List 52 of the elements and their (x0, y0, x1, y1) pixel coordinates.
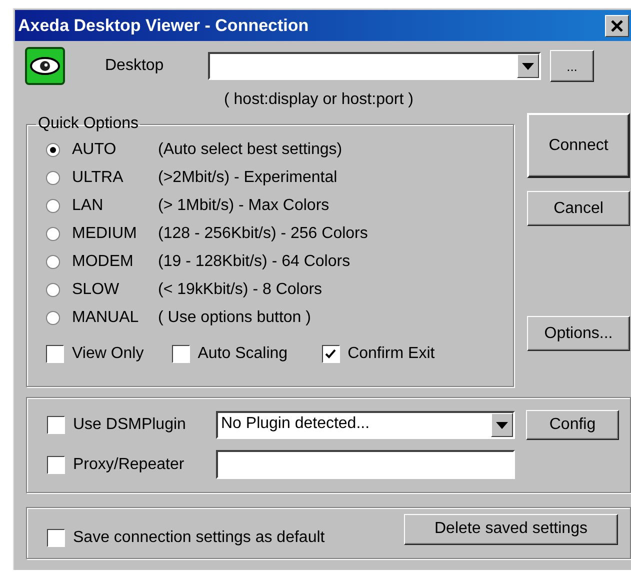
checkbox-label: Save connection settings as default (73, 529, 325, 547)
dialog-button[interactable]: Options... (527, 316, 630, 351)
checkbox-label: Use DSMPlugin (73, 416, 186, 434)
delete-button[interactable]: Delete saved settings (404, 514, 618, 544)
radio-button[interactable] (46, 199, 60, 213)
group-title: Quick Options (37, 115, 140, 133)
mode-description: (Auto select best settings) (158, 140, 344, 160)
field-label: Desktop (105, 57, 165, 75)
radio-button[interactable] (46, 227, 60, 241)
radio-button[interactable] (46, 143, 60, 157)
radio-label: SLOW (72, 280, 120, 300)
desktop-combo[interactable] (208, 52, 541, 80)
close-button[interactable] (605, 14, 629, 36)
radio-button[interactable] (46, 283, 60, 297)
eye-icon (25, 47, 65, 85)
radio-button[interactable] (46, 255, 60, 269)
checkbox-label: Proxy/Repeater (73, 456, 184, 474)
plugin-combo[interactable]: No Plugin detected... (216, 411, 515, 439)
checkbox-label: Auto Scaling (198, 345, 288, 363)
dialog-button[interactable]: Connect (527, 113, 630, 178)
window-title: Axeda Desktop Viewer - Connection (17, 16, 309, 36)
mode-description: (128 - 256Kbit/s) - 256 Colors (158, 224, 369, 244)
checkbox[interactable] (47, 456, 65, 474)
dialog-button[interactable]: Cancel (527, 191, 630, 226)
close-icon (611, 20, 623, 32)
checkbox[interactable] (46, 345, 64, 363)
checkbox[interactable] (322, 345, 340, 363)
checkbox-label: View Only (72, 345, 144, 363)
checkbox[interactable] (47, 529, 65, 547)
checkbox[interactable] (47, 416, 65, 434)
caret-icon (496, 422, 508, 428)
mode-description: (< 19kKbit/s) - 8 Colors (158, 280, 324, 300)
radio-label: ULTRA (72, 168, 124, 188)
checkbox[interactable] (172, 345, 190, 363)
radio-label: MANUAL (72, 308, 140, 328)
hint-text: ( host:display or host:port ) (224, 90, 414, 110)
check-icon (325, 348, 336, 360)
mode-description: (>2Mbit/s) - Experimental (158, 168, 338, 188)
caret-icon (522, 62, 534, 70)
checkbox-label: Confirm Exit (348, 345, 435, 363)
radio-button[interactable] (46, 311, 60, 325)
radio-label: MEDIUM (72, 224, 138, 244)
radio-button[interactable] (46, 171, 60, 185)
mode-description: ( Use options button ) (158, 308, 312, 328)
radio-label: LAN (72, 196, 104, 216)
input-field[interactable] (216, 450, 515, 479)
mode-description: (19 - 128Kbit/s) - 64 Colors (158, 252, 352, 272)
mode-description: (> 1Mbit/s) - Max Colors (158, 196, 330, 216)
radio-label: AUTO (72, 140, 118, 160)
config-button[interactable]: Config (526, 410, 619, 440)
radio-label: MODEM (72, 252, 134, 272)
browse-button[interactable]: ... (550, 50, 594, 82)
